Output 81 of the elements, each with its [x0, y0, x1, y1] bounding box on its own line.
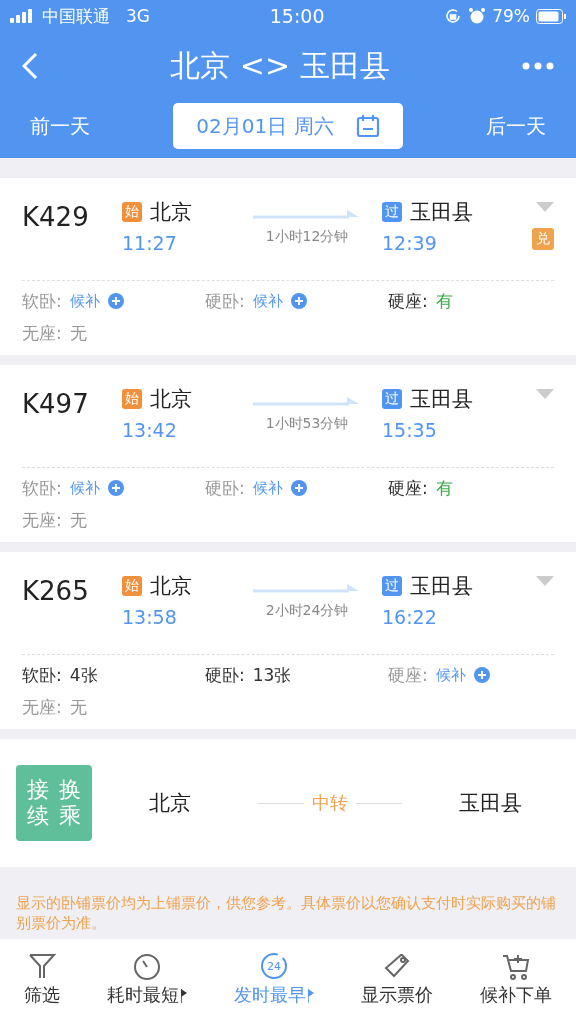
seat-status: 4张	[69, 663, 98, 687]
station-name: 玉田县	[410, 386, 473, 413]
seat-status: 无	[69, 321, 87, 345]
network-type: 3G	[126, 6, 150, 26]
train-time: 15:35	[382, 419, 437, 441]
seat-label: 硬座:	[388, 289, 428, 313]
stop-badge: 过	[382, 389, 402, 409]
toolbar-tab[interactable]: 候补下单	[480, 950, 553, 1007]
train-time: 13:58	[122, 606, 177, 628]
plus-icon[interactable]	[473, 667, 490, 683]
calendar-icon	[355, 114, 380, 138]
carrier-name: 中国联通	[42, 4, 110, 28]
seat-label: 硬卧:	[205, 289, 245, 313]
seat-status: 候补	[435, 665, 466, 685]
seat-label: 无座:	[22, 321, 62, 345]
train-card[interactable]: K265 始 北京 13:58 2小时24分钟 过 玉田县 16:22 软卧: 4张 硬卧: 13张 硬座: 候补 无座: 无	[0, 552, 576, 729]
toolbar-tab[interactable]: 耗时最短	[106, 950, 187, 1007]
exchange-badge: 兑	[532, 228, 554, 250]
seat-label: 无座:	[22, 695, 62, 719]
seat-label: 硬卧:	[205, 476, 245, 500]
train-number: K429	[22, 201, 90, 234]
stop-badge: 始	[122, 389, 142, 409]
station-name: 玉田县	[410, 199, 473, 226]
stop-badge: 始	[122, 202, 142, 222]
seat-label: 硬座:	[388, 476, 428, 500]
station-name: 北京	[148, 790, 192, 817]
train-card[interactable]: K429 始 北京 11:27 1小时12分钟 过 玉田县 12:39 兑 软卧: 候补 硬卧: 候补 硬座: 有 无座: 无	[0, 178, 576, 355]
alarm-icon	[468, 7, 487, 25]
stop-badge: 始	[122, 576, 142, 596]
station-name: 北京	[150, 199, 192, 226]
page-title: 北京 <> 玉田县	[169, 46, 391, 85]
train-time: 13:42	[122, 419, 177, 441]
seat-label: 软卧:	[22, 476, 62, 500]
status-time: 15:00	[269, 5, 325, 27]
seat-label: 软卧:	[22, 289, 62, 313]
station-name: 玉田县	[410, 573, 473, 600]
seat-label: 硬座:	[388, 663, 428, 687]
seat-status: 无	[69, 695, 87, 719]
seat-status: 无	[69, 508, 87, 532]
arrow-icon	[253, 582, 361, 596]
rotation-lock-icon	[444, 7, 463, 25]
seat-status: 候补	[69, 478, 100, 498]
battery-icon	[536, 8, 566, 24]
train-time: 12:39	[382, 232, 437, 254]
travel-duration: 2小时24分钟	[265, 602, 349, 620]
train-number: K265	[22, 575, 90, 608]
station-name: 玉田县	[457, 790, 523, 817]
seat-status: 有	[435, 289, 453, 313]
seat-label: 硬卧:	[205, 663, 245, 687]
train-card[interactable]: K497 始 北京 13:42 1小时53分钟 过 玉田县 15:35 软卧: 候补 硬卧: 候补 硬座: 有 无座: 无	[0, 365, 576, 542]
seat-status: 13张	[252, 663, 292, 687]
travel-duration: 1小时53分钟	[265, 415, 349, 433]
station-name: 北京	[150, 573, 192, 600]
train-time: 11:27	[122, 232, 177, 254]
plus-icon[interactable]	[290, 480, 307, 496]
seat-status: 候补	[252, 478, 283, 498]
dropdown-caret-icon[interactable]	[536, 576, 554, 586]
seat-label: 软卧:	[22, 663, 62, 687]
travel-duration: 1小时12分钟	[265, 228, 349, 246]
arrow-icon	[253, 208, 361, 222]
price-notice: 显示的卧铺票价均为上铺票价，供您参考。具体票价以您确认支付时实际购买的铺别票价为准。	[15, 893, 557, 934]
toolbar-tab[interactable]: 显示票价	[361, 950, 434, 1007]
seat-status: 候补	[69, 291, 100, 311]
transfer-label: 中转	[312, 791, 348, 815]
seat-status: 有	[435, 476, 453, 500]
arrow-icon	[253, 395, 361, 409]
plus-icon[interactable]	[107, 480, 124, 496]
train-time: 16:22	[382, 606, 437, 628]
stop-badge: 过	[382, 202, 402, 222]
toolbar-tab[interactable]: 筛选	[23, 950, 60, 1007]
train-number: K497	[22, 388, 90, 421]
dropdown-caret-icon[interactable]	[536, 389, 554, 399]
clock-icon: 24	[258, 950, 289, 981]
battery-percent: 79%	[492, 6, 530, 26]
plus-icon[interactable]	[107, 293, 124, 309]
plus-icon[interactable]	[290, 293, 307, 309]
stop-badge: 过	[382, 576, 402, 596]
seat-label: 无座:	[22, 508, 62, 532]
dropdown-caret-icon[interactable]	[536, 202, 554, 212]
station-name: 北京	[150, 386, 192, 413]
seat-status: 候补	[252, 291, 283, 311]
